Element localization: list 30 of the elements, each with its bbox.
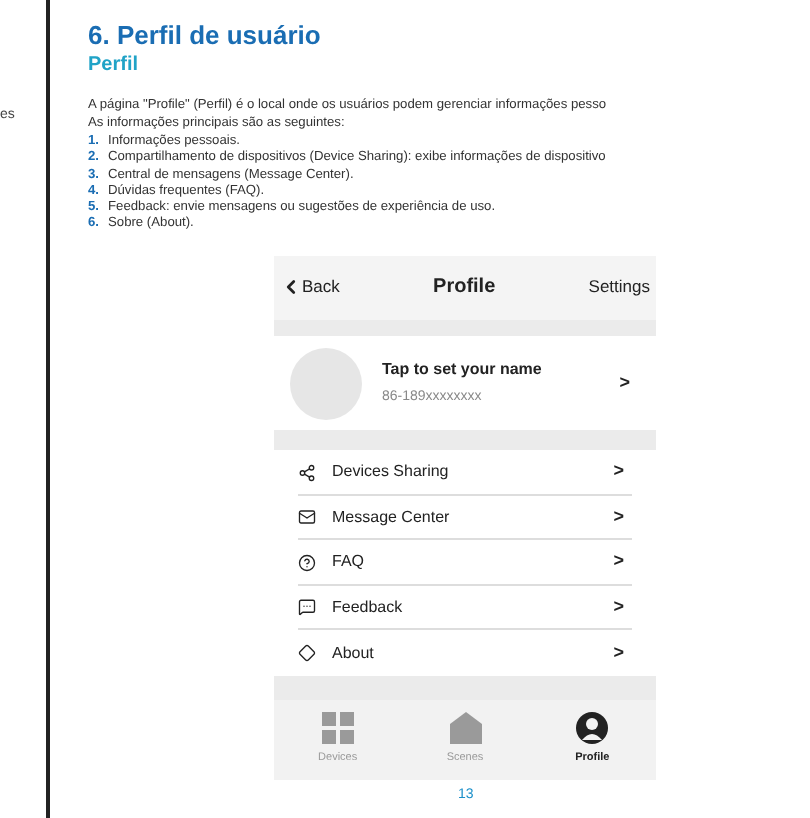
- feedback-icon: [298, 598, 316, 617]
- menu-item[interactable]: FAQ >: [298, 540, 632, 586]
- chevron-icon: >: [613, 458, 624, 486]
- chevron-icon: >: [613, 593, 624, 621]
- about-icon: [298, 644, 316, 663]
- menu-label: Devices Sharing: [332, 460, 451, 485]
- profile-name: Tap to set your name: [382, 357, 544, 382]
- chevron-icon: >: [619, 369, 630, 397]
- house-icon: [449, 712, 481, 745]
- menu-label: About: [332, 641, 376, 666]
- user-icon: [576, 712, 609, 745]
- chevron-icon: >: [613, 503, 624, 531]
- settings-button[interactable]: Settings: [588, 274, 650, 301]
- chevron-icon: >: [613, 548, 624, 576]
- chevron-icon: >: [613, 639, 624, 667]
- grid-icon: [321, 712, 354, 745]
- back-button[interactable]: Back: [280, 274, 340, 301]
- menu-item[interactable]: About >: [298, 630, 632, 676]
- mail-icon: [298, 508, 316, 527]
- screen-title: Profile: [433, 274, 496, 303]
- section-heading: 6. Perfil de usuário: [88, 20, 323, 50]
- menu-label: Feedback: [332, 595, 405, 620]
- share-icon: [298, 463, 316, 482]
- menu-item[interactable]: Message Center >: [298, 495, 632, 541]
- menu-item[interactable]: Feedback >: [298, 585, 632, 631]
- menu-label: FAQ: [332, 550, 367, 575]
- section-subheading: Perfil: [88, 52, 141, 78]
- menu-item[interactable]: Devices Sharing >: [298, 450, 632, 496]
- menu-label: Message Center: [332, 505, 452, 530]
- help-icon: [298, 553, 316, 572]
